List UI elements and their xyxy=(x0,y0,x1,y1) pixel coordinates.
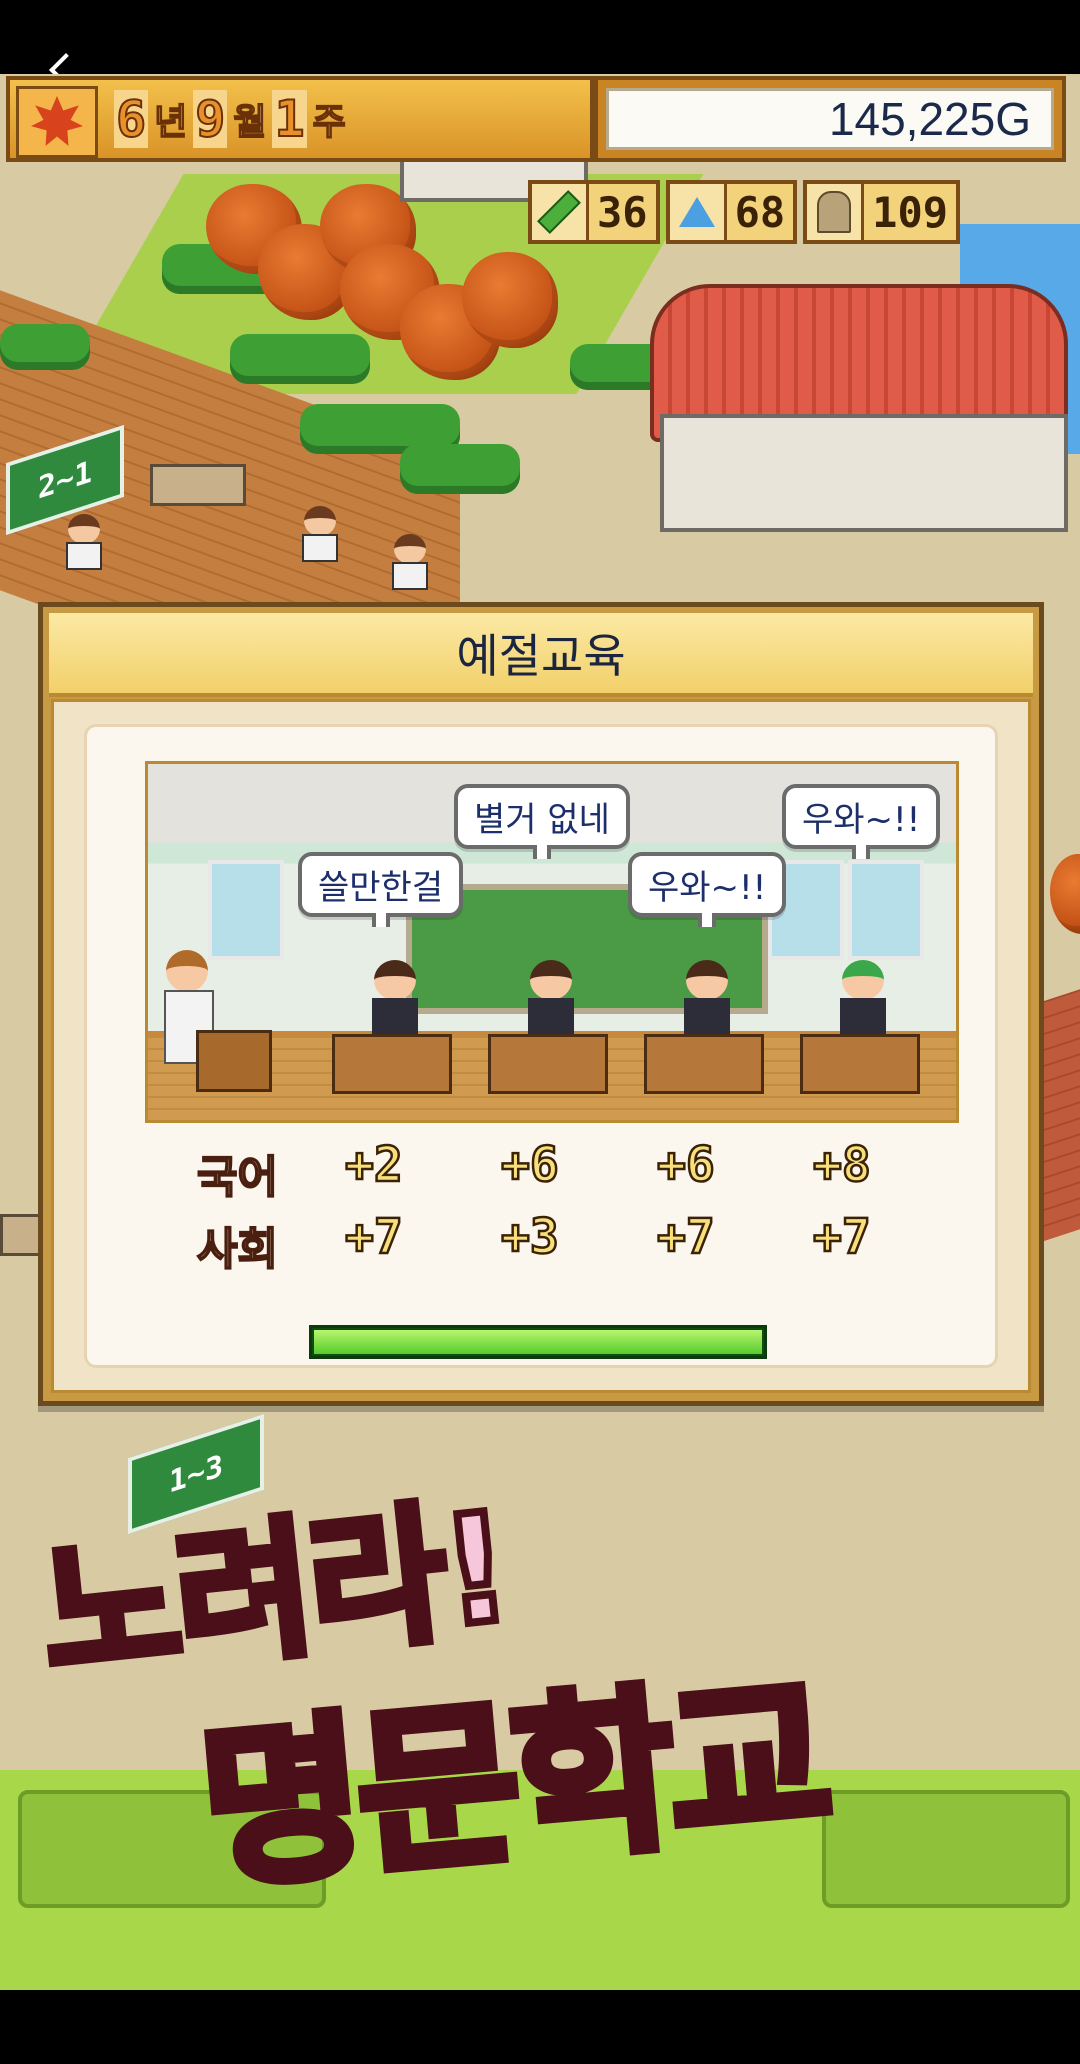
dialog-header: 예절교육 xyxy=(49,613,1033,697)
study-points: 36 xyxy=(528,180,660,244)
month-unit: 월 xyxy=(233,101,268,144)
speech-bubble: 별거 없네 xyxy=(454,784,630,849)
student-sprite[interactable] xyxy=(298,506,342,562)
reputation-points: 109 xyxy=(803,180,961,244)
dialog-body: 쓸만한걸 별거 없네 우와~!! 우와~!! 국어 +2 +6 +6 +8 사회 xyxy=(51,699,1031,1393)
pencil-icon xyxy=(532,184,589,240)
stat-gain: +8 xyxy=(812,1136,872,1195)
student-desk xyxy=(332,1034,452,1094)
study-points-value: 36 xyxy=(597,187,648,237)
stat-gain: +2 xyxy=(344,1136,404,1195)
student-sprite[interactable] xyxy=(62,514,106,570)
bust-icon xyxy=(807,184,865,240)
stat-gain: +7 xyxy=(656,1208,716,1267)
research-points-value: 68 xyxy=(734,187,786,237)
money-display: 145,225G xyxy=(594,76,1066,162)
class-event-dialog[interactable]: 예절교육 쓸만한걸 별거 없네 우와~!! 우와~!! 국어 +2 +6 +6 … xyxy=(38,602,1044,1406)
stat-row-korean: 국어 +2 +6 +6 +8 xyxy=(145,1136,953,1209)
progress-bar xyxy=(309,1325,767,1359)
student-sprite xyxy=(678,960,736,1040)
season-icon xyxy=(16,86,98,158)
student-sprite[interactable] xyxy=(388,534,432,590)
year-number: 6 xyxy=(114,89,149,149)
dialog-title: 예절교육 xyxy=(456,629,626,683)
subject-label: 사회 xyxy=(196,1223,279,1276)
subject-label: 국어 xyxy=(196,1151,279,1204)
game-screen: 2~1 1~3 6 년 9 월 1 주 145,225G 36 68 109 예… xyxy=(0,0,1080,2064)
teacher-desk xyxy=(196,1030,272,1092)
month-number: 9 xyxy=(193,89,228,149)
week-number: 1 xyxy=(272,89,307,149)
stat-gains-table: 국어 +2 +6 +6 +8 사회 +7 +3 +7 +7 xyxy=(145,1136,953,1281)
stat-row-social: 사회 +7 +3 +7 +7 xyxy=(145,1208,953,1281)
year-unit: 년 xyxy=(153,101,188,144)
flask-icon xyxy=(669,184,727,240)
stat-gain: +7 xyxy=(812,1208,872,1267)
student-desk xyxy=(800,1034,920,1094)
menu-panel-right[interactable] xyxy=(822,1790,1070,1908)
student-sprite xyxy=(522,960,580,1040)
speech-bubble: 쓸만한걸 xyxy=(298,852,464,917)
week-unit: 주 xyxy=(312,101,347,144)
maple-leaf-icon xyxy=(31,96,83,146)
classroom-scene: 쓸만한걸 별거 없네 우와~!! 우와~!! xyxy=(145,761,959,1123)
school-stats: 36 68 109 xyxy=(528,180,1068,248)
speech-bubble: 우와~!! xyxy=(628,852,787,917)
money-value: 145,225G xyxy=(606,88,1054,150)
stat-gain: +7 xyxy=(344,1208,404,1267)
bottom-bar xyxy=(0,1992,1080,2064)
stat-gain: +6 xyxy=(656,1136,716,1195)
student-desk xyxy=(644,1034,764,1094)
reputation-points-value: 109 xyxy=(872,187,949,237)
student-sprite xyxy=(834,960,892,1040)
stat-gain: +3 xyxy=(500,1208,560,1267)
speech-bubble: 우와~!! xyxy=(782,784,941,849)
student-sprite xyxy=(366,960,424,1040)
logo-line-2: 명문학교 xyxy=(189,1649,838,1918)
stat-gain: +6 xyxy=(500,1136,560,1195)
date-display: 6 년 9 월 1 주 xyxy=(6,76,594,162)
student-desk xyxy=(488,1034,608,1094)
research-points: 68 xyxy=(665,180,798,244)
progress-fill xyxy=(314,1330,762,1354)
dialog-content: 쓸만한걸 별거 없네 우와~!! 우와~!! 국어 +2 +6 +6 +8 사회 xyxy=(84,724,998,1368)
